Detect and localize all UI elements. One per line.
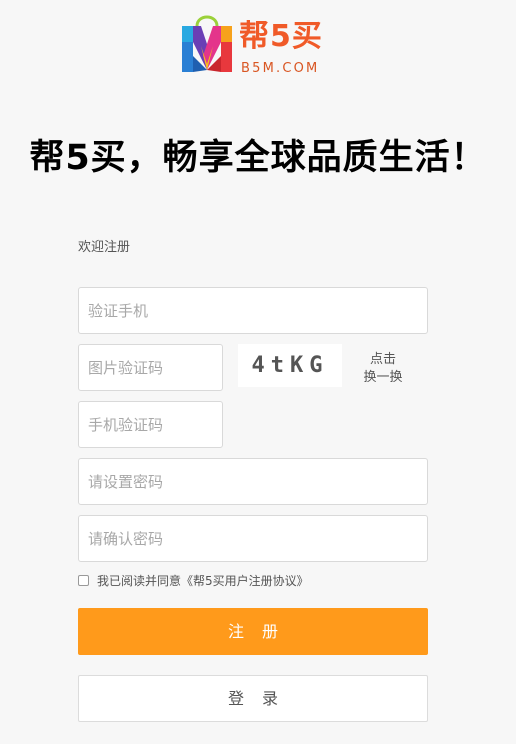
form-title: 欢迎注册 bbox=[78, 240, 131, 255]
agreement-row: 我已阅读并同意 《帮5买用户注册协议》 bbox=[78, 571, 309, 589]
captcha-refresh-line1: 点击 bbox=[369, 352, 396, 367]
captcha-refresh-line2: 换一换 bbox=[363, 370, 403, 385]
register-button[interactable]: 注册 bbox=[78, 608, 428, 655]
b5m-logo[interactable]: 帮5买 B5M.COM bbox=[181, 12, 331, 78]
b5m-logo-mark-icon bbox=[182, 15, 232, 72]
brand-name-cn: 帮5买 bbox=[239, 19, 323, 54]
brand-domain: B5M.COM bbox=[241, 61, 320, 76]
sms-code-input[interactable] bbox=[78, 401, 223, 448]
captcha-image[interactable]: 4tKG bbox=[238, 344, 342, 387]
phone-input[interactable] bbox=[78, 287, 428, 334]
password-input[interactable] bbox=[78, 458, 428, 505]
captcha-refresh-link[interactable]: 点击 换一换 bbox=[356, 351, 410, 387]
agreement-text: 我已阅读并同意 bbox=[97, 573, 182, 588]
captcha-input[interactable] bbox=[78, 344, 223, 391]
page-slogan: 帮5买，畅享全球品质生活！ bbox=[29, 138, 487, 178]
agreement-link[interactable]: 《帮5买用户注册协议》 bbox=[181, 572, 309, 589]
confirm-password-input[interactable] bbox=[78, 515, 428, 562]
login-button[interactable]: 登录 bbox=[78, 675, 428, 722]
agreement-checkbox[interactable] bbox=[78, 574, 89, 586]
